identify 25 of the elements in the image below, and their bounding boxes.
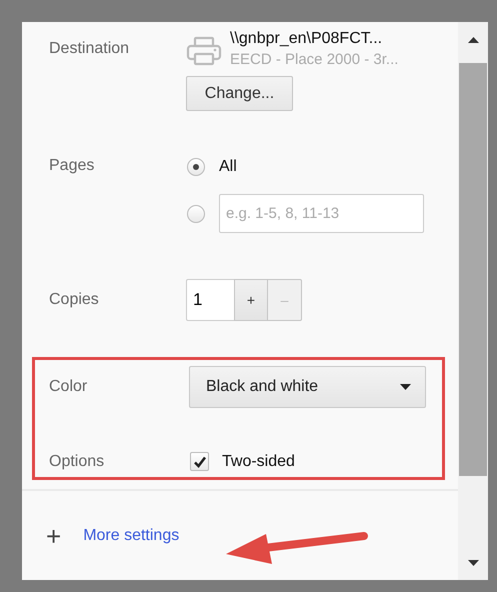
radio-button[interactable] xyxy=(187,158,205,176)
printer-detail: EECD - Place 2000 - 3r... xyxy=(230,51,398,68)
more-settings-link[interactable]: More settings xyxy=(83,526,180,544)
radio-label: All xyxy=(219,158,237,176)
scroll-down-icon[interactable] xyxy=(468,560,478,566)
printer-icon xyxy=(186,36,222,66)
page-range-field[interactable]: e.g. 1-5, 8, 11-13 xyxy=(219,194,424,233)
setting-label: Pages xyxy=(48,156,96,176)
checkbox[interactable] xyxy=(190,452,209,471)
printer-name: \\gnbpr_en\P08FCT... xyxy=(230,30,384,48)
expand-icon[interactable]: + xyxy=(46,522,62,548)
color-dropdown[interactable]: Black and white xyxy=(189,366,426,408)
caret-icon xyxy=(400,384,411,390)
setting-label: Copies xyxy=(48,291,100,309)
increment-button[interactable]: + xyxy=(234,279,268,321)
setting-label: Options xyxy=(48,452,106,470)
scroll-thumb[interactable] xyxy=(459,63,487,476)
setting-label: Color xyxy=(48,378,88,396)
checkbox-label: Two-sided xyxy=(222,452,295,470)
change-button[interactable]: Change... xyxy=(186,76,293,111)
scrollbar[interactable] xyxy=(458,22,488,580)
scroll-up-icon[interactable] xyxy=(468,37,478,43)
copies-field[interactable]: 1 xyxy=(186,279,234,321)
radio-button[interactable] xyxy=(187,204,205,222)
setting-label: Destination xyxy=(48,39,130,59)
